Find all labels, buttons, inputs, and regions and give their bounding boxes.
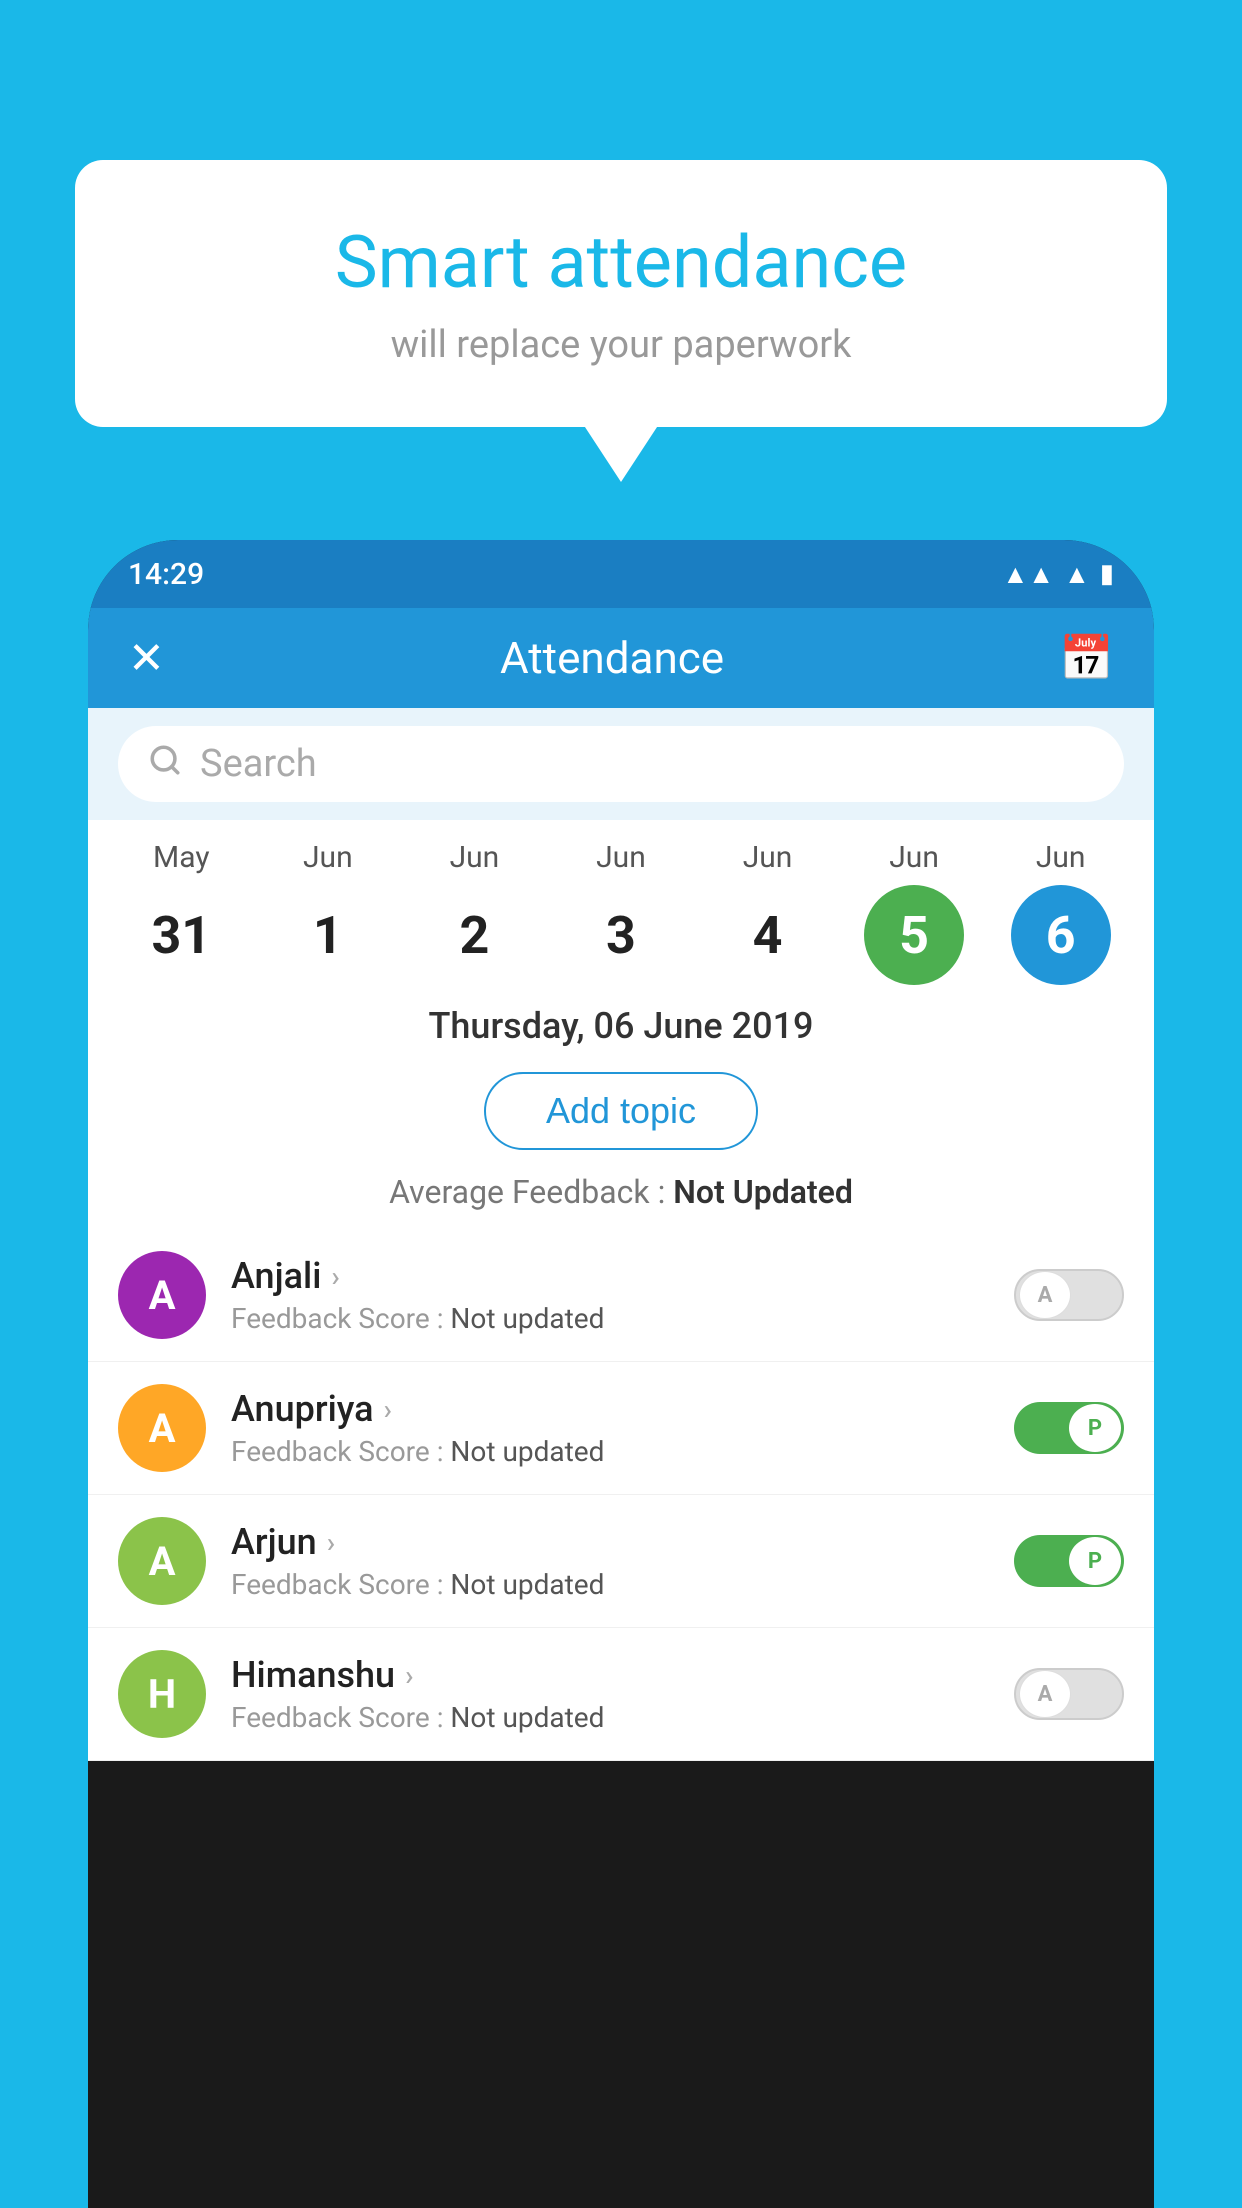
student-feedback: Feedback Score : Not updated [231,1435,989,1468]
student-feedback: Feedback Score : Not updated [231,1568,989,1601]
day-number: 2 [424,885,524,985]
month-label: Jun [263,840,393,875]
search-placeholder: Search [200,742,317,786]
search-bar[interactable]: Search [118,726,1124,802]
day-number: 6 [1011,885,1111,985]
calendar-day-3[interactable]: Jun 3 [556,840,686,985]
student-item-2: A Arjun › Feedback Score : Not updated P [88,1495,1154,1628]
student-item-1: A Anupriya › Feedback Score : Not updated P [88,1362,1154,1495]
day-number: 4 [718,885,818,985]
search-icon [148,743,182,786]
day-number: 3 [571,885,671,985]
student-avatar: A [118,1517,206,1605]
avg-feedback-value: Not Updated [673,1173,853,1211]
month-label: Jun [996,840,1126,875]
calendar-day-5[interactable]: Jun 5 [849,840,979,985]
student-info[interactable]: Anupriya › Feedback Score : Not updated [231,1388,989,1468]
speech-bubble-subtitle: will replace your paperwork [155,323,1087,367]
status-icons: ▲▲ ▲ ▮ [1002,559,1114,590]
chevron-icon: › [327,1526,335,1559]
student-name: Anupriya › [231,1388,989,1430]
calendar-strip: May 31 Jun 1 Jun 2 Jun 3 Jun 4 Jun 5 Jun 6 [88,820,1154,985]
student-info[interactable]: Anjali › Feedback Score : Not updated [231,1255,989,1335]
selected-date: Thursday, 06 June 2019 [88,985,1154,1062]
calendar-button[interactable]: 📅 [1059,632,1114,684]
day-number: 5 [864,885,964,985]
student-name: Anjali › [231,1255,989,1297]
battery-icon: ▮ [1100,559,1114,589]
add-topic-button[interactable]: Add topic [484,1072,758,1150]
month-label: Jun [849,840,979,875]
student-name: Himanshu › [231,1654,989,1696]
phone-frame: 14:29 ▲▲ ▲ ▮ ✕ Attendance 📅 Search [88,540,1154,2208]
month-label: Jun [703,840,833,875]
app-header: ✕ Attendance 📅 [88,608,1154,708]
month-label: May [116,840,246,875]
speech-bubble-title: Smart attendance [155,220,1087,305]
toggle-knob: A [1019,1271,1071,1319]
search-bar-container: Search [88,708,1154,820]
attendance-toggle-3[interactable]: A [1014,1668,1124,1720]
student-feedback: Feedback Score : Not updated [231,1701,989,1734]
calendar-day-2[interactable]: Jun 2 [409,840,539,985]
avg-feedback: Average Feedback : Not Updated [88,1168,1154,1229]
attendance-toggle-1[interactable]: P [1014,1402,1124,1454]
student-item-3: H Himanshu › Feedback Score : Not updated A [88,1628,1154,1761]
student-item-0: A Anjali › Feedback Score : Not updated A [88,1229,1154,1362]
student-info[interactable]: Himanshu › Feedback Score : Not updated [231,1654,989,1734]
student-avatar: A [118,1251,206,1339]
toggle-knob: P [1069,1404,1121,1452]
wifi-icon: ▲▲ [1002,559,1053,590]
status-bar: 14:29 ▲▲ ▲ ▮ [88,540,1154,608]
student-name: Arjun › [231,1521,989,1563]
attendance-toggle-2[interactable]: P [1014,1535,1124,1587]
calendar-day-6[interactable]: Jun 6 [996,840,1126,985]
day-number: 1 [278,885,378,985]
calendar-day-4[interactable]: Jun 4 [703,840,833,985]
app-title: Attendance [500,632,724,684]
avg-feedback-label: Average Feedback : [389,1173,673,1211]
phone-screen: Search May 31 Jun 1 Jun 2 Jun 3 Jun 4 Jun 5 Jun 6 Thu… [88,708,1154,1761]
toggle-knob: P [1069,1537,1121,1585]
toggle-knob: A [1019,1670,1071,1718]
close-button[interactable]: ✕ [128,632,165,684]
student-avatar: H [118,1650,206,1738]
calendar-day-0[interactable]: May 31 [116,840,246,985]
month-label: Jun [409,840,539,875]
attendance-toggle-0[interactable]: A [1014,1269,1124,1321]
student-avatar: A [118,1384,206,1472]
signal-icon: ▲ [1064,559,1090,590]
student-feedback: Feedback Score : Not updated [231,1302,989,1335]
chevron-icon: › [331,1260,339,1293]
calendar-day-1[interactable]: Jun 1 [263,840,393,985]
add-topic-container: Add topic [88,1062,1154,1168]
month-label: Jun [556,840,686,875]
calendar-months: May 31 Jun 1 Jun 2 Jun 3 Jun 4 Jun 5 Jun 6 [88,840,1154,985]
student-info[interactable]: Arjun › Feedback Score : Not updated [231,1521,989,1601]
chevron-icon: › [384,1393,392,1426]
day-number: 31 [131,885,231,985]
chevron-icon: › [405,1659,413,1692]
student-list: AAnjali ›Feedback Score : Not updatedAAA… [88,1229,1154,1761]
status-time: 14:29 [128,557,204,592]
speech-bubble-container: Smart attendance will replace your paper… [75,160,1167,427]
speech-bubble: Smart attendance will replace your paper… [75,160,1167,427]
